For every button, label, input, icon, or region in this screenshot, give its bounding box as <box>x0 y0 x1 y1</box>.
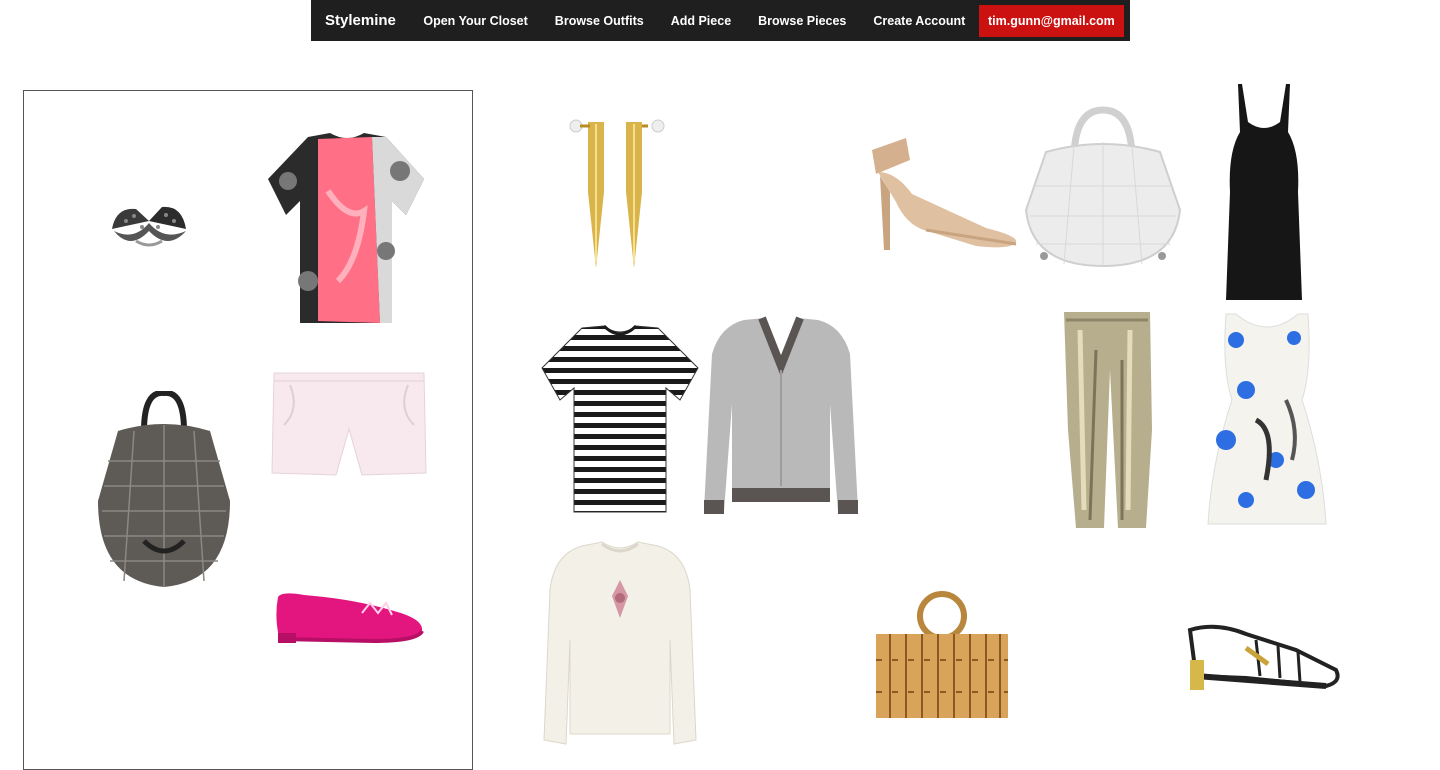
pink-print-tshirt-icon[interactable] <box>268 131 426 327</box>
floral-dress-icon[interactable] <box>1206 310 1328 528</box>
nude-heel-sandal-icon[interactable] <box>866 132 1020 256</box>
striped-tshirt-icon[interactable] <box>540 324 700 514</box>
grey-sweater-icon[interactable] <box>704 314 858 520</box>
strappy-sandal-icon[interactable] <box>1186 620 1344 696</box>
gold-spike-earrings-icon[interactable] <box>566 112 672 270</box>
pink-flat-shoe-icon[interactable] <box>274 589 426 647</box>
snakeskin-backpack-icon[interactable] <box>94 391 234 591</box>
brand-logo[interactable]: Stylemine <box>311 12 410 29</box>
white-shorts-icon[interactable] <box>270 369 428 481</box>
nav-browse-pieces[interactable]: Browse Pieces <box>745 14 860 28</box>
cream-sweater-icon[interactable] <box>542 540 698 750</box>
nav-add-piece[interactable]: Add Piece <box>657 14 744 28</box>
outfit-closet-panel[interactable] <box>23 90 473 770</box>
nav-open-your-closet[interactable]: Open Your Closet <box>410 14 541 28</box>
top-navbar: Stylemine Open Your Closet Browse Outfit… <box>311 0 1130 41</box>
metallic-pants-icon[interactable] <box>1060 310 1154 530</box>
black-dress-icon[interactable] <box>1224 82 1304 302</box>
nav-browse-outfits[interactable]: Browse Outfits <box>541 14 657 28</box>
bamboo-clutch-icon[interactable] <box>872 588 1012 722</box>
user-account-button[interactable]: tim.gunn@gmail.com <box>978 4 1124 37</box>
nav-create-account[interactable]: Create Account <box>860 14 979 28</box>
white-handbag-icon[interactable] <box>1024 106 1182 268</box>
bow-ring-icon[interactable] <box>106 191 192 251</box>
